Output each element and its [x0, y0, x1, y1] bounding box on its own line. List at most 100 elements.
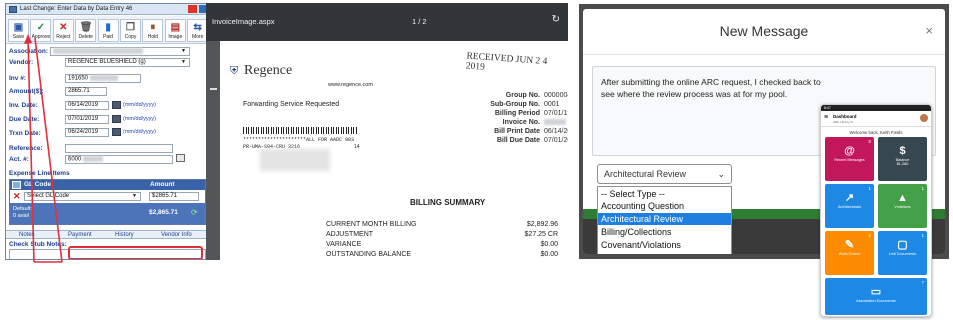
summary-line-label: OUTSTANDING BALANCE	[326, 251, 412, 258]
gl-code-select-value: Select GL Code	[27, 193, 70, 199]
dashboard-tile[interactable]: ↗ Architecturals 1	[825, 184, 874, 228]
gl-code-select[interactable]: Select GL Code ▼	[24, 192, 141, 201]
welcome-text: Welcome back, Keith Fields	[849, 130, 903, 135]
rotate-icon[interactable]: ↻	[552, 14, 560, 25]
toolbar-label: Approve	[31, 34, 51, 40]
check-stub-notes-label: Check Stub Notes:	[9, 241, 67, 248]
due-date-label: Due Date:	[9, 116, 40, 123]
reject-button[interactable]: ✕ Reject	[52, 19, 74, 42]
bill-due-label: Bill Due Date	[496, 137, 540, 144]
invoice-date-input[interactable]: 06/14/2019	[65, 101, 109, 110]
calendar-icon[interactable]	[112, 101, 121, 109]
tab-history[interactable]: History	[115, 232, 134, 238]
regence-shield-icon: ⛨	[230, 65, 239, 77]
summary-line-label: CURRENT MONTH BILLING	[326, 221, 417, 228]
bill-due-value: 07/01/2019	[544, 137, 568, 144]
reject-icon: ✕	[59, 22, 68, 33]
add-line-icon[interactable]	[12, 181, 21, 189]
refresh-icon[interactable]: ⟳	[191, 208, 198, 217]
option-covenant-violations[interactable]: Covenant/Violations	[598, 239, 731, 251]
line-amount-input[interactable]: $2865.71	[149, 192, 199, 201]
regence-website: www.regence.com	[328, 82, 373, 88]
dashboard-tile[interactable]: $ Balance $1,280	[878, 137, 927, 181]
dashboard-tile[interactable]: ✎ Work Orders 2	[825, 231, 874, 275]
dashboard-tile[interactable]: @ Recent Messages 0	[825, 137, 874, 181]
phone-header-title: Dashboard	[833, 114, 857, 119]
invoice-value	[544, 118, 568, 127]
summary-line-value: $0.00	[540, 251, 558, 258]
phone-screenshot: 8:47 ≡ Dashboard ARC Library III Welcome…	[820, 104, 932, 317]
tab-notes[interactable]: Notes	[19, 232, 35, 238]
dashboard-tile[interactable]: ▢ Unit Documents 1	[878, 231, 927, 275]
vendor-select[interactable]: REGENCE BLUESHIELD (g) ▼	[65, 58, 190, 67]
image-button[interactable]: ▤ Image	[164, 19, 186, 42]
invoice-number-value: 191650	[68, 75, 89, 82]
paid-button[interactable]: ▮ Paid	[97, 19, 119, 42]
window-title-bar: Last Change: Enter Data by Data Entry 46	[6, 4, 209, 15]
pdf-viewer: InvoiceImage.aspx 1 / 2 ↻ RECEIVED JUN 2…	[206, 3, 568, 260]
reference-input[interactable]	[65, 144, 173, 153]
modal-header: New Message ×	[583, 9, 945, 55]
summary-labels: CURRENT MONTH BILLING ADJUSTMENT VARIANC…	[326, 220, 417, 260]
lookup-icon[interactable]	[176, 154, 185, 162]
amount-label: Amount($):	[9, 88, 44, 95]
invoice-number-input[interactable]: 191650	[65, 74, 141, 83]
subgroup-value: 0001	[544, 101, 560, 108]
app-icon	[9, 6, 17, 13]
remove-line-icon[interactable]: ✕	[13, 191, 21, 202]
save-button[interactable]: ▣ Save	[8, 19, 29, 42]
billing-period-value: 07/01/19-07/31/1	[544, 110, 568, 117]
amount-input[interactable]: 2865.71	[65, 87, 107, 96]
pdf-toolbar: InvoiceImage.aspx 1 / 2 ↻	[206, 3, 568, 41]
delete-button[interactable]: 🗑 Delete	[75, 19, 97, 42]
tile-label: Unit Documents	[888, 252, 916, 256]
account-number-value: 6000	[68, 156, 82, 163]
summary-line-value: $27.25 CR	[524, 231, 558, 238]
tile-count: 1	[921, 233, 924, 238]
default-label: Default:	[13, 206, 32, 212]
approve-button[interactable]: ✓ Approve	[30, 19, 52, 42]
message-type-select[interactable]: Architectural Review ⌄	[597, 164, 732, 184]
phone-header-sub: ARC Library III	[833, 120, 853, 124]
hold-button[interactable]: ⏸ Hold	[142, 19, 164, 42]
avatar[interactable]	[920, 114, 928, 122]
toolbar-label: Image	[168, 34, 183, 40]
bill-print-label: Bill Print Date	[494, 128, 540, 135]
tab-payment[interactable]: Payment	[68, 232, 92, 238]
hold-icon: ⏸	[150, 22, 156, 33]
copy-button[interactable]: ❐ Copy	[120, 19, 141, 42]
sidebar-toggle-icon[interactable]	[210, 88, 217, 90]
option-accounting-question[interactable]: Accounting Question	[598, 200, 731, 212]
option-select-type[interactable]: -- Select Type --	[598, 188, 731, 200]
toolbar-label: Hold	[147, 34, 159, 40]
option-architectural-review[interactable]: Architectural Review	[598, 213, 731, 225]
tile-label: Association Documents	[856, 299, 896, 303]
expense-table-footer: Default: 0 avail $2,865.71 ⟳	[10, 203, 205, 224]
tab-vendor-info[interactable]: Vendor Info	[161, 232, 192, 238]
subgroup-label: Sub-Group No.	[490, 101, 540, 108]
group-value: 00000045	[544, 92, 568, 99]
toolbar-label: Reject	[56, 34, 71, 40]
association-select[interactable]: ▼	[50, 47, 190, 56]
dashboard-tile[interactable]: ▲ Violations 1	[878, 184, 927, 228]
chevron-down-icon: ▼	[181, 59, 186, 65]
due-date-input[interactable]: 07/01/2019	[65, 115, 109, 124]
menu-icon[interactable]: ≡	[824, 114, 828, 121]
transaction-date-input[interactable]: 06/24/2019	[65, 128, 109, 137]
option-billing-collections[interactable]: Billing/Collections	[598, 226, 731, 238]
postal-barcode	[243, 127, 358, 134]
work-orders-icon: ✎	[844, 239, 855, 251]
close-icon[interactable]: ×	[925, 23, 933, 38]
calendar-icon[interactable]	[112, 115, 121, 123]
summary-line-label: ADJUSTMENT	[326, 231, 374, 238]
toolbar-label: Copy	[124, 34, 137, 40]
close-window-icon[interactable]	[188, 5, 197, 13]
expense-table-header: GL Code Amount	[10, 180, 205, 190]
tile-label: Violations	[894, 205, 911, 209]
toolbar-label: Save	[12, 34, 25, 40]
account-number-input[interactable]: 6000	[65, 155, 173, 164]
summary-line-value: $2,892.96	[526, 221, 558, 228]
calendar-icon[interactable]	[112, 128, 121, 136]
dashboard-tile[interactable]: ▭ Association Documents 7	[825, 278, 927, 315]
paid-icon: ▮	[105, 22, 111, 33]
